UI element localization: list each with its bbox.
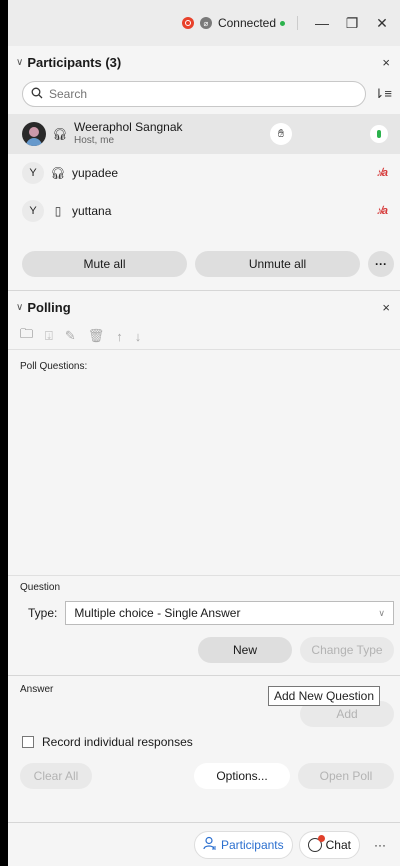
connection-status: Connected bbox=[218, 16, 285, 30]
poll-questions-label: Poll Questions: bbox=[20, 361, 88, 372]
microphone-on-icon[interactable] bbox=[370, 125, 388, 143]
headset-icon: 🎧︎ bbox=[50, 166, 66, 180]
participant-name: yuttana bbox=[72, 203, 112, 218]
question-actions: New Change Type bbox=[8, 637, 400, 663]
close-polling-button[interactable]: × bbox=[382, 300, 390, 315]
chevron-down-icon: ∨ bbox=[378, 607, 385, 618]
lock-icon[interactable]: ⌀ bbox=[199, 17, 212, 29]
collapse-chevron-icon[interactable]: ∨ bbox=[16, 302, 23, 313]
webex-panel: ⌀ Connected — ❐ ✕ ∨ Participants (3) × ⇂… bbox=[8, 0, 400, 866]
unmute-all-button[interactable]: Unmute all bbox=[195, 251, 360, 277]
participants-header: ∨ Participants (3) × bbox=[8, 46, 400, 78]
participants-search-row: ⇂≡ bbox=[8, 80, 400, 108]
delete-icon[interactable]: 🗑︎ bbox=[88, 328, 105, 344]
question-section: Question Type: Multiple choice - Single … bbox=[8, 575, 400, 663]
collapse-chevron-icon[interactable]: ∨ bbox=[16, 57, 23, 68]
edit-icon[interactable]: ✎ bbox=[65, 328, 76, 344]
participant-row[interactable]: Y 🎧︎ yupadee ♪̸a bbox=[8, 154, 400, 192]
record-responses-row[interactable]: Record individual responses bbox=[8, 735, 400, 749]
open-poll-button[interactable]: Open Poll bbox=[298, 763, 394, 789]
more-options-button[interactable]: ··· bbox=[368, 251, 394, 277]
headset-icon: 🎧︎ bbox=[52, 127, 68, 141]
recording-icon[interactable] bbox=[181, 17, 194, 29]
participants-icon bbox=[203, 836, 217, 853]
search-box[interactable] bbox=[22, 81, 366, 107]
search-input[interactable] bbox=[49, 87, 357, 101]
chat-tab-label: Chat bbox=[325, 837, 351, 852]
minimize-button[interactable]: — bbox=[310, 15, 334, 31]
chat-tab-button[interactable]: Chat bbox=[298, 830, 360, 859]
poll-toolbar: 🗀 ⍗ ✎ 🗑︎ ↑ ↓ bbox=[8, 323, 400, 349]
participant-name-block: yuttana bbox=[72, 203, 376, 218]
connection-status-label: Connected bbox=[217, 16, 276, 30]
title-separator bbox=[297, 16, 298, 30]
bottom-bar: Participants Chat ··· bbox=[8, 822, 400, 866]
move-up-icon[interactable]: ↑ bbox=[116, 329, 123, 344]
title-bar: ⌀ Connected — ❐ ✕ bbox=[8, 0, 400, 46]
new-question-button[interactable]: New bbox=[198, 637, 292, 663]
participant-row[interactable]: 🎧︎ Weeraphol Sangnak Host, me ✋︎ bbox=[8, 114, 400, 154]
avatar bbox=[22, 122, 46, 146]
avatar: Y bbox=[22, 162, 44, 184]
microphone-muted-icon[interactable]: ♪̸a bbox=[376, 205, 388, 217]
participant-name: Weeraphol Sangnak bbox=[74, 120, 183, 134]
polling-header: ∨ Polling × bbox=[8, 291, 400, 323]
move-down-icon[interactable]: ↓ bbox=[135, 329, 142, 344]
participants-tab-label: Participants bbox=[220, 837, 284, 852]
clear-all-button[interactable]: Clear All bbox=[20, 763, 92, 789]
chat-icon bbox=[307, 834, 325, 852]
phone-device-icon: ▯ bbox=[54, 204, 62, 218]
avatar: Y bbox=[22, 200, 44, 222]
connected-dot-icon bbox=[280, 20, 285, 26]
participants-tab-button[interactable]: Participants bbox=[193, 830, 293, 859]
raise-hand-icon[interactable]: ✋︎ bbox=[270, 123, 292, 145]
close-window-button[interactable]: ✕ bbox=[370, 15, 394, 32]
polling-title: Polling bbox=[27, 299, 71, 315]
question-label: Question bbox=[20, 582, 61, 593]
question-type-select[interactable]: Multiple choice - Single Answer ∨ bbox=[65, 601, 394, 625]
save-icon[interactable]: ⍗ bbox=[45, 328, 53, 344]
poll-questions-area[interactable]: Poll Questions: bbox=[8, 349, 400, 569]
participant-actions: Mute all Unmute all ··· bbox=[8, 250, 400, 278]
type-label: Type: bbox=[28, 606, 58, 620]
record-responses-label: Record individual responses bbox=[42, 735, 193, 749]
participant-role: Host, me bbox=[74, 135, 115, 146]
type-row: Type: Multiple choice - Single Answer ∨ bbox=[8, 601, 400, 625]
participant-row[interactable]: Y ▯ yuttana ♪̸a bbox=[8, 192, 400, 230]
participant-name-block: yupadee bbox=[72, 165, 376, 180]
participant-name: yupadee bbox=[72, 165, 119, 180]
sort-icon[interactable]: ⇂≡ bbox=[374, 86, 392, 102]
add-question-tooltip: Add New Question bbox=[267, 686, 380, 706]
search-icon bbox=[31, 87, 43, 102]
participants-title: Participants (3) bbox=[27, 54, 122, 70]
more-menu-button[interactable]: ··· bbox=[366, 831, 394, 859]
participant-list: 🎧︎ Weeraphol Sangnak Host, me ✋︎ Y 🎧︎ yu… bbox=[8, 114, 400, 230]
poll-footer-actions: Clear All Options... Open Poll bbox=[8, 763, 400, 789]
close-participants-button[interactable]: × bbox=[382, 55, 390, 70]
record-responses-checkbox[interactable] bbox=[22, 736, 34, 748]
open-folder-icon[interactable]: 🗀 bbox=[20, 325, 33, 347]
microphone-muted-icon[interactable]: ♪̸a bbox=[376, 167, 388, 179]
restore-button[interactable]: ❐ bbox=[340, 15, 364, 32]
participant-name-block: Weeraphol Sangnak Host, me bbox=[74, 121, 270, 147]
question-type-value: Multiple choice - Single Answer bbox=[74, 606, 241, 620]
options-button[interactable]: Options... bbox=[194, 763, 290, 789]
mute-all-button[interactable]: Mute all bbox=[22, 251, 187, 277]
change-type-button[interactable]: Change Type bbox=[300, 637, 394, 663]
